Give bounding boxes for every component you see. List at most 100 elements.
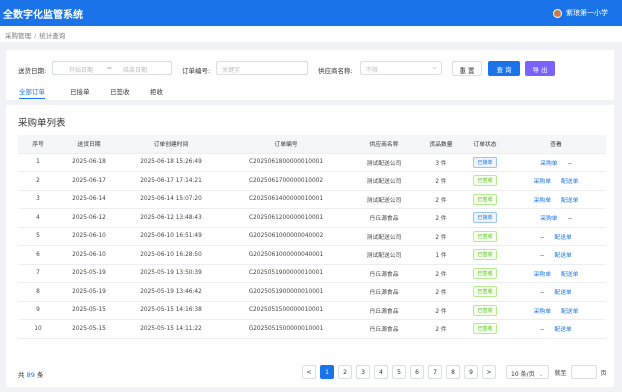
- total-number: 89: [26, 371, 35, 379]
- purchase-order-link[interactable]: 采购单: [534, 198, 551, 204]
- delivery-note-link[interactable]: 配送单: [554, 235, 571, 241]
- item-quantity: 2 件: [418, 227, 464, 246]
- column-header: 供应商名称: [350, 135, 418, 154]
- delivery-date: 2025-05-19: [58, 282, 120, 302]
- item-quantity: 2 件: [418, 282, 464, 302]
- user-menu[interactable]: 紫琅第一小学: [553, 8, 608, 18]
- order-number: G2025051500000010001: [222, 319, 350, 339]
- delivery-date: 2025-06-10: [58, 245, 120, 265]
- purchase-order-link[interactable]: 采购单: [540, 216, 557, 222]
- table-row: 5 2025-06-10 2025-06-10 16:51:49 G202506100…: [18, 227, 606, 246]
- top-header: 全数字化监管系统 紫琅第一小学: [0, 0, 622, 26]
- search-button[interactable]: 查 询: [488, 61, 520, 76]
- delivery-note-link[interactable]: 配送单: [554, 327, 571, 333]
- page-size-select[interactable]: 10 条/页 ⌄: [506, 365, 549, 379]
- delivery-note-link[interactable]: 配送单: [561, 179, 578, 185]
- purchase-order-link[interactable]: 采购单: [534, 272, 551, 278]
- delivery-note-link[interactable]: 配送单: [561, 309, 578, 315]
- purchase-order-link[interactable]: 采购单: [540, 161, 557, 167]
- section-title: 采购单列表: [18, 118, 66, 129]
- export-button[interactable]: 导 出: [525, 61, 555, 76]
- reset-button[interactable]: 重 置: [452, 61, 482, 76]
- status-badge: 已签收: [473, 230, 497, 242]
- prev-page-button[interactable]: <: [302, 365, 316, 379]
- created-time: 2025-05-15 14:11:22: [120, 319, 222, 339]
- view-cell: 采购单 配送单: [506, 264, 606, 283]
- created-time: 2025-05-15 14:16:38: [120, 301, 222, 320]
- page-button[interactable]: 4: [374, 365, 388, 379]
- view-cell: 采购单 配送单: [506, 171, 606, 191]
- purchase-order-link[interactable]: 采购单: [534, 309, 551, 315]
- status-cell: 已签收: [464, 190, 506, 209]
- order-search-input[interactable]: 关键字: [216, 61, 308, 75]
- page-button[interactable]: 7: [428, 365, 442, 379]
- total-count: 共 89 条: [18, 369, 43, 379]
- delivery-note-link[interactable]: 配送单: [554, 253, 571, 259]
- page-button[interactable]: 9: [464, 365, 478, 379]
- tab-all[interactable]: 全部订单: [19, 86, 45, 99]
- delivery-note-link[interactable]: 配送单: [561, 198, 578, 204]
- row-index: 5: [18, 227, 58, 246]
- delivery-note-link[interactable]: 配送单: [561, 272, 578, 278]
- supplier-name: 丹丘源食品: [350, 264, 418, 283]
- table-row: 1 2025-06-18 2025-06-18 15:26:49 C202506180…: [18, 153, 606, 172]
- delivery-date: 2025-06-18: [58, 153, 120, 172]
- table-row: 7 2025-05-19 2025-05-19 13:50:39 C202505190…: [18, 264, 606, 283]
- row-index: 9: [18, 301, 58, 320]
- date-range-input[interactable]: 开始日期 ~ 结束日期: [52, 61, 172, 75]
- avatar: [553, 8, 562, 18]
- delivery-date: 2025-05-19: [58, 264, 120, 283]
- tab-accepted[interactable]: 已接单: [70, 86, 90, 98]
- supplier-name: 丹丘源食品: [350, 301, 418, 320]
- page-button[interactable]: 5: [392, 365, 406, 379]
- item-quantity: 2 件: [418, 171, 464, 191]
- order-number: G2025051900000010001: [222, 282, 350, 302]
- page-button[interactable]: 1: [320, 365, 334, 379]
- column-header: 订单状态: [464, 135, 506, 154]
- order-list-panel: 采购单列表 序号 送货日期 订单创建时间 订单编号 供应商名称 货品数量 订单状…: [6, 105, 614, 387]
- view-cell: 采购单 --: [506, 208, 606, 228]
- order-number: C2025061200000010001: [222, 208, 350, 228]
- created-time: 2025-06-12 13:48:43: [120, 208, 222, 228]
- breadcrumb-item[interactable]: 采购管理: [5, 32, 31, 40]
- page-button[interactable]: 3: [356, 365, 370, 379]
- status-badge: 已签收: [473, 323, 497, 335]
- table-row: 9 2025-05-15 2025-05-15 14:16:38 C202505150…: [18, 301, 606, 320]
- row-index: 6: [18, 245, 58, 265]
- page-list: 123456789: [320, 365, 482, 379]
- created-time: 2025-05-19 13:50:39: [120, 264, 222, 283]
- column-header: 送货日期: [58, 135, 120, 154]
- page-button[interactable]: 8: [446, 365, 460, 379]
- tab-signed[interactable]: 已签收: [110, 86, 130, 98]
- order-label: 订单编号:: [182, 67, 211, 75]
- next-page-button[interactable]: >: [482, 365, 496, 379]
- status-badge: 已签收: [473, 267, 497, 279]
- chevron-down-icon: ⌄: [431, 64, 437, 71]
- goto-page-input[interactable]: [570, 365, 597, 379]
- user-name: 紫琅第一小学: [566, 9, 608, 17]
- supplier-select[interactable]: 不限 ⌄: [360, 61, 442, 75]
- row-index: 2: [18, 171, 58, 191]
- status-badge: 已接单: [473, 156, 497, 168]
- date-end-placeholder: 结束日期: [123, 67, 148, 74]
- view-cell: 采购单 配送单: [506, 190, 606, 209]
- item-quantity: 2 件: [418, 301, 464, 320]
- order-number: G2025061000000040002: [222, 227, 350, 246]
- status-cell: 已接单: [464, 208, 506, 228]
- purchase-order-link[interactable]: 采购单: [534, 179, 551, 185]
- page-button[interactable]: 2: [338, 365, 352, 379]
- delivery-date: 2025-06-12: [58, 208, 120, 228]
- page-button[interactable]: 6: [410, 365, 424, 379]
- created-time: 2025-06-18 15:26:49: [120, 153, 222, 172]
- status-cell: 已接单: [464, 153, 506, 172]
- view-cell: -- 配送单: [506, 319, 606, 339]
- status-badge: 已签收: [473, 249, 497, 261]
- tab-rejected[interactable]: 拒收: [150, 86, 163, 98]
- status-cell: 已签收: [464, 171, 506, 191]
- supplier-placeholder: 不限: [366, 67, 379, 74]
- supplier-name: 测试配送公司: [350, 227, 418, 246]
- delivery-note-link[interactable]: 配送单: [554, 290, 571, 296]
- table-row: 8 2025-05-19 2025-05-19 13:46:42 G202505190…: [18, 282, 606, 302]
- goto-label: 就至: [554, 369, 567, 377]
- created-time: 2025-06-14 15:07:20: [120, 190, 222, 209]
